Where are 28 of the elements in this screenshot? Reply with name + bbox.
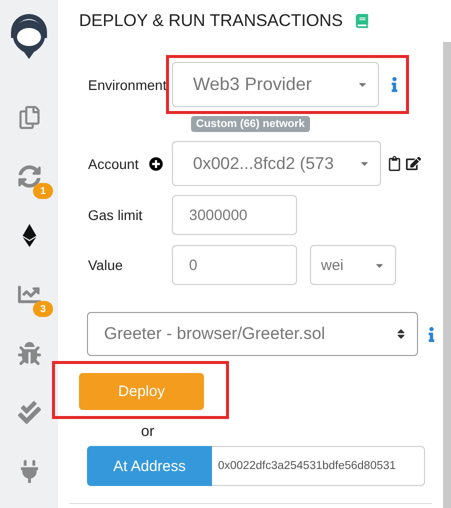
book-icon [354,14,369,28]
network-badge: Custom (66) network [191,116,310,132]
scrollbar[interactable] [443,42,451,508]
field-label: Value [87,257,124,273]
count-badge: 1 [33,183,53,199]
double-check-icon [18,401,40,424]
account-select[interactable]: 0x002...8fcd2 (573 [172,141,381,186]
environment-select[interactable]: Web3 Provider [172,62,379,107]
or-text: or [141,423,156,440]
arrows-icon [18,165,40,188]
sort-icon [395,328,407,340]
plus-icon[interactable] [148,156,163,170]
field-label: Account [88,156,139,172]
chart-icon [18,283,40,306]
unit-select[interactable]: wei [310,245,396,285]
edit-icon[interactable] [406,156,421,171]
field-label: Gas limit [87,207,144,223]
value-field[interactable]: 0 [172,245,297,285]
at-address-button[interactable]: At Address [87,446,212,486]
bug-icon [18,342,40,365]
panel-title: DEPLOY & RUN TRANSACTIONS [79,11,343,31]
field-label: Environment [87,76,168,92]
address-field[interactable]: 0x0022dfc3a254531bdfe56d80531 [212,446,425,486]
files-icon [18,106,40,129]
clipboard-icon[interactable] [387,156,402,171]
count-badge: 3 [33,301,53,317]
contract-select[interactable]: Greeter - browser/Greeter.sol [87,312,418,356]
gas-limit-field[interactable]: 3000000 [172,195,297,235]
